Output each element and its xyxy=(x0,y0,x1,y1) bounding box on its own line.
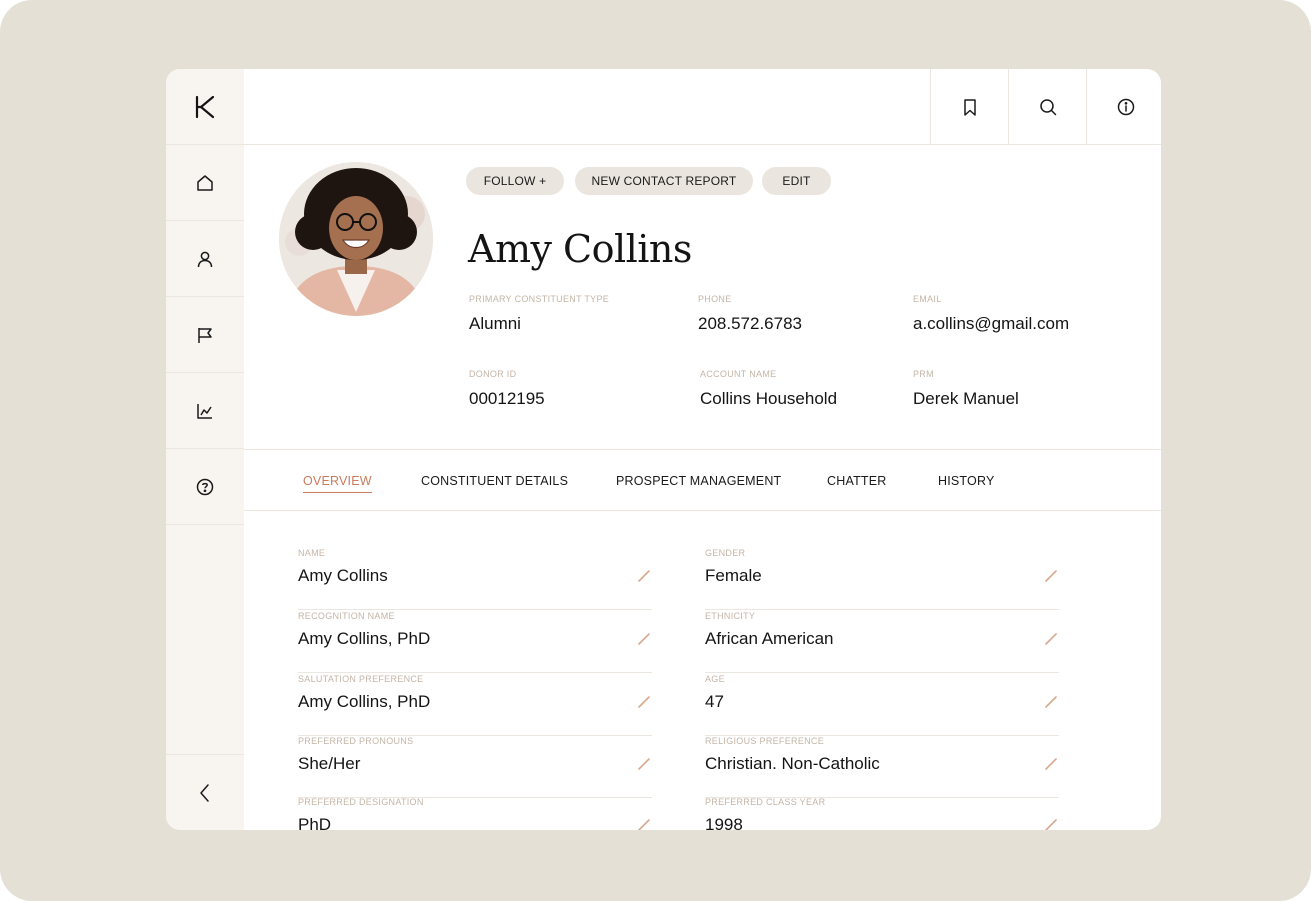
primary-type-value: Alumni xyxy=(469,314,521,333)
tab-constituent-details[interactable]: CONSTITUENT DETAILS xyxy=(421,474,568,492)
prm-value[interactable]: Derek Manuel xyxy=(913,389,1019,409)
app-window: FOLLOW + NEW CONTACT REPORT EDIT Amy Col… xyxy=(166,69,1161,830)
field-label: SALUTATION PREFERENCE xyxy=(298,674,424,684)
field-age: AGE 47 xyxy=(705,674,1059,736)
field-value: Christian. Non-Catholic xyxy=(705,754,880,773)
pencil-icon[interactable] xyxy=(636,756,652,772)
field-value: 47 xyxy=(705,692,724,711)
sidebar-item-people[interactable] xyxy=(166,221,244,297)
tabs-divider xyxy=(244,510,1161,511)
tab-overview[interactable]: OVERVIEW xyxy=(303,474,372,493)
user-icon xyxy=(197,251,213,267)
chevron-left-icon xyxy=(200,783,209,802)
donor-id-value: 00012195 xyxy=(469,389,545,408)
pencil-icon[interactable] xyxy=(1043,631,1059,647)
field-value: Amy Collins xyxy=(298,566,388,585)
account-name-value[interactable]: Collins Household xyxy=(700,389,837,409)
sidebar-item-flags[interactable] xyxy=(166,297,244,373)
sidebar-item-home[interactable] xyxy=(166,145,244,221)
bookmark-button[interactable] xyxy=(930,69,1008,144)
pencil-icon[interactable] xyxy=(1043,568,1059,584)
field-label: AGE xyxy=(705,674,725,684)
pencil-icon[interactable] xyxy=(1043,817,1059,830)
field-name: NAME Amy Collins xyxy=(298,548,652,610)
field-label: PREFERRED DESIGNATION xyxy=(298,797,424,807)
pencil-icon[interactable] xyxy=(1043,694,1059,710)
field-preferred-designation: PREFERRED DESIGNATION PhD xyxy=(298,797,652,830)
info-icon xyxy=(1117,98,1134,115)
field-value: PhD xyxy=(298,815,332,830)
avatar xyxy=(279,162,433,316)
field-label: RECOGNITION NAME xyxy=(298,611,395,621)
pencil-icon[interactable] xyxy=(636,631,652,647)
pencil-icon[interactable] xyxy=(1043,756,1059,772)
tab-history[interactable]: HISTORY xyxy=(938,474,995,492)
new-contact-report-button[interactable]: NEW CONTACT REPORT xyxy=(575,167,753,195)
search-icon xyxy=(1039,98,1056,115)
field-preferred-pronouns: PREFERRED PRONOUNS She/Her xyxy=(298,736,652,798)
edit-button[interactable]: EDIT xyxy=(762,167,831,195)
field-label: PREFERRED PRONOUNS xyxy=(298,736,414,746)
chart-icon xyxy=(197,403,212,419)
field-value: Amy Collins, PhD xyxy=(298,692,431,711)
profile-name: Amy Collins xyxy=(468,227,692,271)
avatar-photo xyxy=(279,162,433,316)
home-icon xyxy=(197,174,213,191)
k-logo-icon xyxy=(195,95,215,118)
pencil-icon[interactable] xyxy=(636,694,652,710)
account-name-label: ACCOUNT NAME xyxy=(700,369,777,379)
bookmark-icon xyxy=(963,98,976,116)
field-ethnicity: ETHNICITY African American xyxy=(705,611,1059,673)
prm-label: PRM xyxy=(913,369,934,379)
collapse-sidebar-button[interactable] xyxy=(166,754,244,830)
field-value: African American xyxy=(705,629,834,648)
search-button[interactable] xyxy=(1008,69,1086,144)
pencil-icon[interactable] xyxy=(636,817,652,830)
field-label: RELIGIOUS PREFERENCE xyxy=(705,736,825,746)
sidebar xyxy=(166,69,244,830)
field-gender: GENDER Female xyxy=(705,548,1059,610)
field-recognition-name: RECOGNITION NAME Amy Collins, PhD xyxy=(298,611,652,673)
field-label: PREFERRED CLASS YEAR xyxy=(705,797,826,807)
info-button[interactable] xyxy=(1086,69,1161,144)
follow-button[interactable]: FOLLOW + xyxy=(466,167,564,195)
donor-id-label: DONOR ID xyxy=(469,369,517,379)
field-value: Female xyxy=(705,566,762,585)
sidebar-item-help[interactable] xyxy=(166,449,244,525)
field-label: NAME xyxy=(298,548,326,558)
tab-chatter[interactable]: CHATTER xyxy=(827,474,887,492)
field-salutation-preference: SALUTATION PREFERENCE Amy Collins, PhD xyxy=(298,674,652,736)
field-label: ETHNICITY xyxy=(705,611,756,621)
field-religious-preference: RELIGIOUS PREFERENCE Christian. Non-Cath… xyxy=(705,736,1059,798)
pencil-icon[interactable] xyxy=(636,568,652,584)
help-icon xyxy=(196,478,214,495)
email-label: EMAIL xyxy=(913,294,942,304)
field-value: 1998 xyxy=(705,815,743,830)
field-preferred-class-year: PREFERRED CLASS YEAR 1998 xyxy=(705,797,1059,830)
header-divider xyxy=(244,449,1161,450)
sidebar-item-analytics[interactable] xyxy=(166,373,244,449)
flag-icon xyxy=(198,327,212,343)
logo[interactable] xyxy=(166,69,244,145)
primary-type-label: PRIMARY CONSTITUENT TYPE xyxy=(469,294,610,304)
field-value: She/Her xyxy=(298,754,361,773)
top-bar xyxy=(244,69,1161,145)
phone-value[interactable]: 208.572.6783 xyxy=(698,314,802,334)
phone-label: PHONE xyxy=(698,294,732,304)
tab-prospect-management[interactable]: PROSPECT MANAGEMENT xyxy=(616,474,781,492)
field-label: GENDER xyxy=(705,548,746,558)
email-value[interactable]: a.collins@gmail.com xyxy=(913,314,1069,334)
field-value: Amy Collins, PhD xyxy=(298,629,431,648)
